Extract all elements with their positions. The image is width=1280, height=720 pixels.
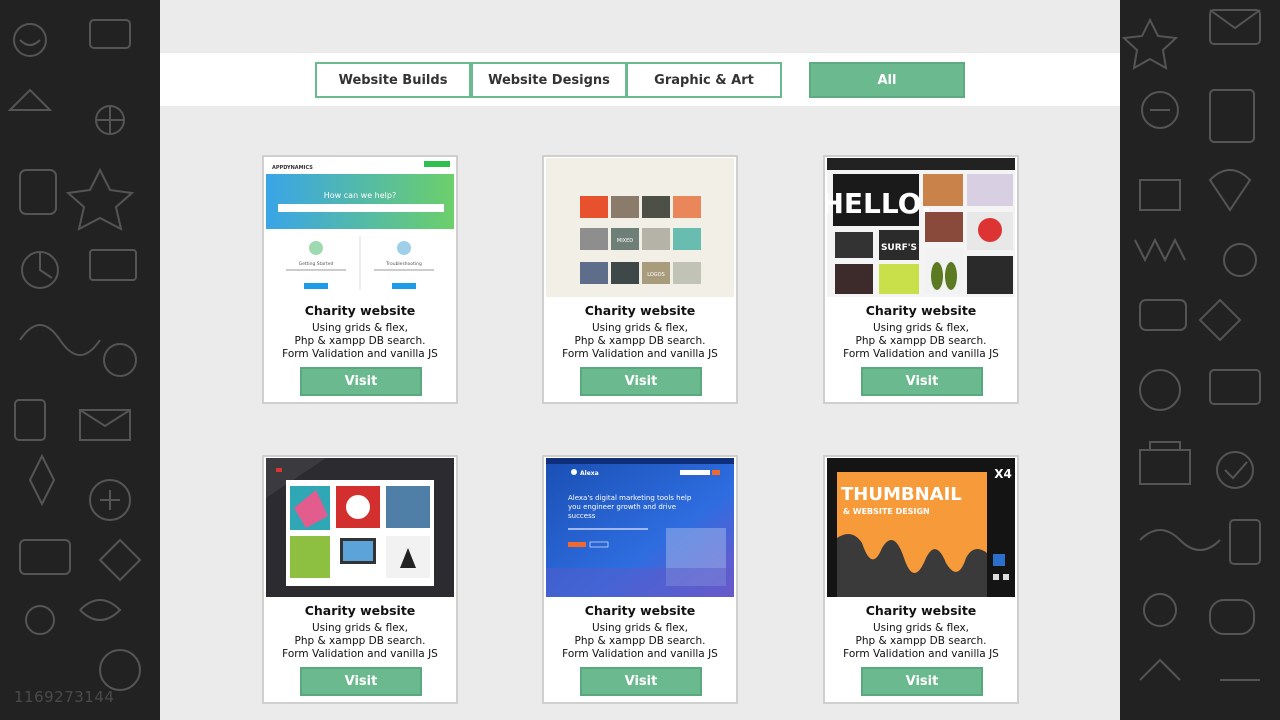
help-center-brand: APPDYNAMICS — [272, 165, 313, 171]
help-center-right-column: Troubleshooting — [385, 261, 422, 267]
card-desc-line: Using grids & flex, — [311, 322, 409, 334]
card-desc-line: Php & xampp DB search. — [855, 635, 987, 647]
card-desc-line: Using grids & flex, — [872, 622, 970, 634]
doodle-background-right — [1120, 0, 1280, 720]
portfolio-grid-screenshot — [266, 458, 454, 597]
card-desc-line: Using grids & flex, — [872, 322, 970, 334]
filter-graphic-art-button[interactable]: Graphic & Art — [626, 62, 782, 98]
filter-bar: Website Builds Website Designs Graphic &… — [160, 53, 1120, 106]
card-desc-line: Php & xampp DB search. — [294, 635, 426, 647]
card-title: Charity website — [865, 603, 977, 618]
card-title: Charity website — [584, 603, 696, 618]
card-desc-line: Form Validation and vanilla JS — [843, 648, 999, 660]
portfolio-section: Website Builds Website Designs Graphic &… — [160, 0, 1120, 720]
hello-sub: SURF'S — [881, 243, 917, 253]
card-title: Charity website — [304, 603, 416, 618]
grid-tile-label-2: LOGOS — [647, 272, 665, 278]
card-description: Using grids & flex, Php & xampp DB searc… — [264, 322, 456, 361]
card-desc-line: Using grids & flex, — [591, 322, 689, 334]
visit-button[interactable]: Visit — [580, 667, 702, 696]
card-description: Using grids & flex, Php & xampp DB searc… — [264, 622, 456, 661]
grid-gallery-screenshot: MIXED LOGOS — [546, 158, 734, 297]
card-desc-line: Form Validation and vanilla JS — [562, 348, 718, 360]
doodle-pattern-left — [7, 19, 142, 691]
project-card: THUMBNAIL & WEBSITE DESIGN X4 Charity we… — [823, 455, 1019, 704]
doodle-background-left: 1169273144 — [0, 0, 160, 720]
card-description: Using grids & flex, Php & xampp DB searc… — [825, 322, 1017, 361]
thumbnail-badge: X4 — [994, 467, 1012, 481]
card-description: Using grids & flex, Php & xampp DB searc… — [825, 622, 1017, 661]
help-center-screenshot: APPDYNAMICS How can we help? Getting Sta… — [266, 158, 454, 297]
hello-collage-screenshot: HELLO. SURF'S — [827, 158, 1015, 297]
card-desc-line: Form Validation and vanilla JS — [843, 348, 999, 360]
visit-button[interactable]: Visit — [300, 667, 422, 696]
filter-website-builds-button[interactable]: Website Builds — [315, 62, 471, 98]
card-desc-line: Using grids & flex, — [591, 622, 689, 634]
filter-all-button[interactable]: All — [809, 62, 965, 98]
card-desc-line: Form Validation and vanilla JS — [282, 348, 438, 360]
thumbnail-sub: & WEBSITE DESIGN — [843, 507, 930, 516]
thumbnail-design-screenshot: THUMBNAIL & WEBSITE DESIGN X4 — [827, 458, 1015, 597]
thumbnail-headline: THUMBNAIL — [841, 484, 962, 505]
card-title: Charity website — [584, 303, 696, 318]
card-desc-line: Using grids & flex, — [311, 622, 409, 634]
watermark-text: 1169273144 — [14, 688, 115, 706]
card-description: Using grids & flex, Php & xampp DB searc… — [544, 322, 736, 361]
project-card: HELLO. SURF'S Charity website Using grid… — [823, 155, 1019, 404]
card-title: Charity website — [865, 303, 977, 318]
visit-button[interactable]: Visit — [861, 667, 983, 696]
filter-website-designs-button[interactable]: Website Designs — [471, 62, 627, 98]
alexa-headline: Alexa's digital marketing tools help you… — [568, 494, 692, 520]
visit-button[interactable]: Visit — [300, 367, 422, 396]
alexa-brand: Alexa — [580, 470, 599, 477]
card-description: Using grids & flex, Php & xampp DB searc… — [544, 622, 736, 661]
grid-tile-label: MIXED — [617, 238, 633, 244]
help-center-headline: How can we help? — [324, 191, 396, 200]
project-card: Charity website Using grids & flex, Php … — [262, 455, 458, 704]
card-desc-line: Php & xampp DB search. — [855, 335, 987, 347]
card-desc-line: Php & xampp DB search. — [294, 335, 426, 347]
card-desc-line: Form Validation and vanilla JS — [282, 648, 438, 660]
visit-button[interactable]: Visit — [861, 367, 983, 396]
project-card: Alexa Alexa's digital marketing tools he… — [542, 455, 738, 704]
doodle-pattern-right — [1121, 9, 1261, 681]
card-desc-line: Php & xampp DB search. — [574, 635, 706, 647]
hello-headline: HELLO. — [827, 187, 932, 220]
card-desc-line: Php & xampp DB search. — [574, 335, 706, 347]
card-desc-line: Form Validation and vanilla JS — [562, 648, 718, 660]
project-card: APPDYNAMICS How can we help? Getting Sta… — [262, 155, 458, 404]
visit-button[interactable]: Visit — [580, 367, 702, 396]
card-title: Charity website — [304, 303, 416, 318]
help-center-left-column: Getting Started — [299, 261, 334, 267]
project-card: MIXED LOGOS Charity website Using grids … — [542, 155, 738, 404]
alexa-landing-screenshot: Alexa Alexa's digital marketing tools he… — [546, 458, 734, 597]
